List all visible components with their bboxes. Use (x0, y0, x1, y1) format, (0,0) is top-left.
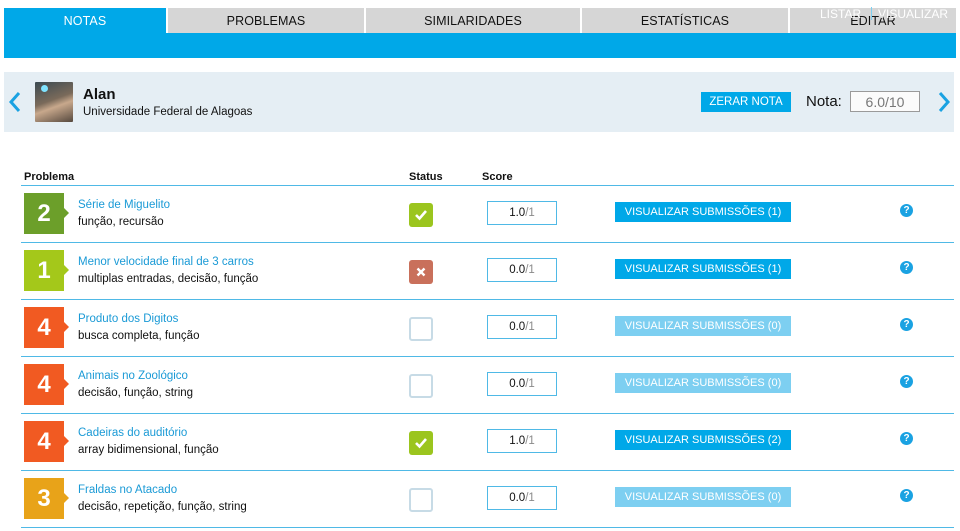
view-submissions-button[interactable]: VISUALIZAR SUBMISSÕES (1) (615, 202, 791, 222)
header-status: Status (409, 171, 443, 183)
problem-name-link[interactable]: Fraldas no Atacado (78, 484, 177, 496)
score-max: /1 (525, 264, 535, 276)
table-row: 4 Animais no Zoológico decisão, função, st… (0, 357, 960, 414)
subnav-bar (4, 33, 956, 58)
avatar (35, 82, 73, 122)
question-icon[interactable]: ? (900, 489, 913, 502)
difficulty-badge: 4 (24, 364, 69, 405)
reset-grade-button[interactable]: ZERAR NOTA (701, 92, 791, 112)
score-value: 1.0 (509, 435, 526, 447)
visualizar-link[interactable]: VISUALIZAR (878, 7, 948, 21)
score-max: /1 (525, 321, 535, 333)
problem-name-link[interactable]: Série de Miguelito (78, 199, 170, 211)
score-field[interactable]: 1.0/1 (487, 429, 557, 453)
question-icon[interactable]: ? (900, 204, 913, 217)
difficulty-badge: 4 (24, 421, 69, 462)
tab-problemas[interactable]: PROBLEMAS (168, 8, 364, 33)
view-submissions-button[interactable]: VISUALIZAR SUBMISSÕES (0) (615, 487, 791, 507)
score-value: 0.0 (509, 321, 526, 333)
tab-bar: NOTAS PROBLEMAS SIMILARIDADES ESTATÍSTIC… (0, 0, 960, 33)
view-submissions-button[interactable]: VISUALIZAR SUBMISSÕES (2) (615, 430, 791, 450)
score-field[interactable]: 0.0/1 (487, 486, 557, 510)
difficulty-badge: 1 (24, 250, 69, 291)
listar-link[interactable]: LISTAR (820, 7, 861, 21)
table-row: 1 Menor velocidade final de 3 carros multi… (0, 243, 960, 300)
score-value: 0.0 (509, 264, 526, 276)
problem-name-link[interactable]: Animais no Zoológico (78, 370, 188, 382)
table-row: 2 Série de Miguelito função, recursão 1.0/1… (0, 186, 960, 243)
view-submissions-button[interactable]: VISUALIZAR SUBMISSÕES (0) (615, 316, 791, 336)
problem-name-link[interactable]: Menor velocidade final de 3 carros (78, 256, 254, 268)
score-field[interactable]: 1.0/1 (487, 201, 557, 225)
chevron-left-icon[interactable] (8, 90, 22, 114)
score-max: /1 (525, 207, 535, 219)
check-icon (415, 438, 427, 449)
status-checkbox[interactable] (409, 203, 433, 227)
status-checkbox[interactable] (409, 260, 433, 284)
table-row: 4 Produto dos Digitos busca completa, funç… (0, 300, 960, 357)
view-submissions-button[interactable]: VISUALIZAR SUBMISSÕES (1) (615, 259, 791, 279)
status-checkbox[interactable] (409, 374, 433, 398)
header-problem: Problema (24, 171, 75, 183)
row-divider (21, 527, 954, 528)
problem-tags: multiplas entradas, decisão, função (78, 273, 259, 285)
score-field[interactable]: 0.0/1 (487, 315, 557, 339)
problem-tags: busca completa, função (78, 330, 200, 342)
cross-icon (416, 267, 426, 277)
check-icon (415, 210, 427, 221)
question-icon[interactable]: ? (900, 318, 913, 331)
question-icon[interactable]: ? (900, 375, 913, 388)
status-checkbox[interactable] (409, 431, 433, 455)
tab-notas[interactable]: NOTAS (4, 8, 166, 33)
question-icon[interactable]: ? (900, 261, 913, 274)
grade-label: Nota: (806, 93, 842, 110)
grade-value: 6.0/10 (850, 91, 920, 112)
score-value: 0.0 (509, 492, 526, 504)
difficulty-badge: 4 (24, 307, 69, 348)
user-institution: Universidade Federal de Alagoas (83, 106, 253, 118)
problem-tags: array bidimensional, função (78, 444, 219, 456)
subnav-divider (871, 7, 872, 20)
question-icon[interactable]: ? (900, 432, 913, 445)
header-score: Score (482, 171, 513, 183)
problem-tags: decisão, função, string (78, 387, 194, 399)
status-checkbox[interactable] (409, 317, 433, 341)
problem-name-link[interactable]: Produto dos Digitos (78, 313, 178, 325)
table-row: 3 Fraldas no Atacado decisão, repetição, f… (0, 471, 960, 528)
view-submissions-button[interactable]: VISUALIZAR SUBMISSÕES (0) (615, 373, 791, 393)
chevron-right-icon[interactable] (937, 90, 951, 114)
tab-similaridades[interactable]: SIMILARIDADES (366, 8, 580, 33)
score-max: /1 (525, 378, 535, 390)
problem-tags: função, recursão (78, 216, 164, 228)
table-row: 4 Cadeiras do auditório array bidimensiona… (0, 414, 960, 471)
score-value: 1.0 (509, 207, 526, 219)
difficulty-badge: 2 (24, 193, 69, 234)
problem-tags: decisão, repetição, função, string (78, 501, 247, 513)
score-field[interactable]: 0.0/1 (487, 258, 557, 282)
score-max: /1 (525, 435, 535, 447)
tab-estatisticas[interactable]: ESTATÍSTICAS (582, 8, 788, 33)
difficulty-badge: 3 (24, 478, 69, 519)
status-checkbox[interactable] (409, 488, 433, 512)
user-name: Alan (83, 86, 116, 103)
score-field[interactable]: 0.0/1 (487, 372, 557, 396)
score-max: /1 (525, 492, 535, 504)
score-value: 0.0 (509, 378, 526, 390)
problem-name-link[interactable]: Cadeiras do auditório (78, 427, 187, 439)
